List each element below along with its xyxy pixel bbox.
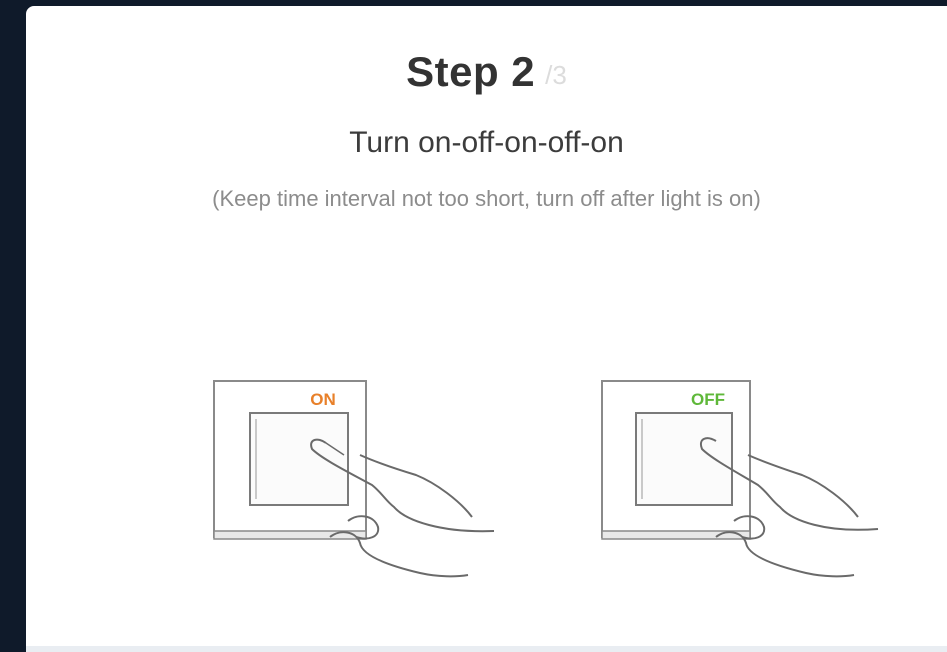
instruction-text: Turn on-off-on-off-on	[349, 126, 624, 159]
step-number: Step 2	[406, 48, 536, 95]
light-switch-on-icon: ON	[213, 380, 495, 578]
light-switch-off-icon: OFF	[601, 380, 879, 578]
step-title: Step 2/3	[26, 42, 947, 105]
app-frame: Step 2/3 Turn on-off-on-off-on (Keep tim…	[0, 0, 947, 652]
light-switch-on-illustration: ON	[210, 351, 510, 591]
guide-card: Step 2/3 Turn on-off-on-off-on (Keep tim…	[26, 6, 947, 646]
bottom-divider	[26, 646, 947, 652]
switch-off-label: OFF	[691, 390, 725, 409]
step-total: /3	[545, 60, 567, 90]
hint-text: (Keep time interval not too short, turn …	[212, 186, 761, 211]
switch-on-label: ON	[310, 390, 336, 409]
light-switch-off-illustration: OFF	[598, 351, 898, 591]
